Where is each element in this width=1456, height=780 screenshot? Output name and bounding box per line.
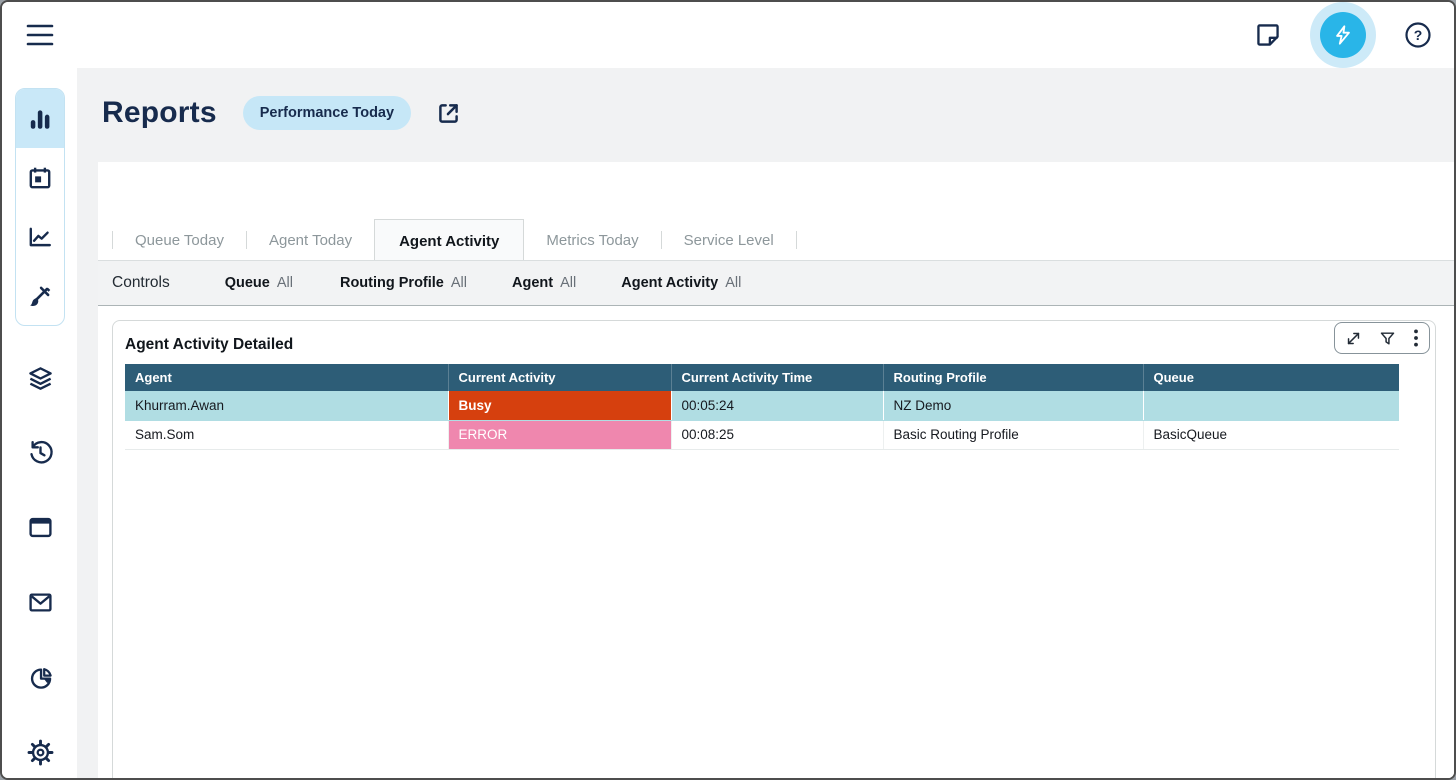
pie-chart-icon — [27, 664, 54, 691]
table-row[interactable]: Khurram.Awan Busy 00:05:24 NZ Demo — [125, 391, 1399, 420]
sidebar-item-history[interactable] — [26, 438, 54, 466]
svg-text:?: ? — [1414, 27, 1423, 43]
tab-agent-today[interactable]: Agent Today — [247, 219, 374, 261]
cell-routing-profile: NZ Demo — [883, 391, 1143, 420]
agent-activity-table: Agent Current Activity Current Activity … — [125, 364, 1399, 450]
layers-icon — [27, 365, 54, 392]
card-toolbar — [1334, 322, 1430, 354]
filter-name: Agent Activity — [621, 275, 718, 291]
filter-value: All — [451, 275, 467, 291]
filter-value: All — [560, 275, 576, 291]
filter-name: Queue — [225, 275, 270, 291]
cell-routing-profile: Basic Routing Profile — [883, 420, 1143, 449]
col-routing-profile[interactable]: Routing Profile — [883, 364, 1143, 391]
lightning-button-halo — [1310, 2, 1376, 68]
topbar-actions: ? — [1254, 2, 1454, 68]
controls-label: Controls — [112, 274, 170, 292]
card-title: Agent Activity Detailed — [113, 321, 1435, 354]
hamburger-menu-icon[interactable] — [25, 22, 55, 48]
filter-queue[interactable]: Queue All — [225, 275, 293, 291]
app-window: ? — [0, 0, 1456, 780]
top-bar: ? — [2, 2, 1454, 68]
mail-icon — [27, 589, 54, 616]
lightning-button[interactable] — [1320, 12, 1366, 58]
content-area: Reports Performance Today Queue Today Ag… — [77, 68, 1454, 778]
page-title: Reports — [102, 96, 217, 130]
filter-value: All — [725, 275, 741, 291]
sidebar-item-layers[interactable] — [26, 364, 54, 392]
col-agent[interactable]: Agent — [125, 364, 448, 391]
filter-name: Agent — [512, 275, 553, 291]
help-icon[interactable]: ? — [1404, 21, 1432, 49]
filter-name: Routing Profile — [340, 275, 444, 291]
external-link-icon[interactable] — [435, 100, 462, 127]
filter-value: All — [277, 275, 293, 291]
settings-gear-icon — [27, 739, 54, 766]
sidebar-item-settings[interactable] — [26, 738, 54, 766]
sidebar-item-window[interactable] — [26, 513, 54, 541]
note-icon[interactable] — [1254, 21, 1282, 49]
cell-current-activity-busy: Busy — [448, 391, 671, 420]
cell-queue: BasicQueue — [1143, 420, 1399, 449]
sidebar-nav-group — [15, 88, 65, 326]
cell-agent: Khurram.Awan — [125, 391, 448, 420]
sidebar — [2, 68, 77, 778]
kebab-menu-icon[interactable] — [1413, 329, 1419, 347]
col-current-activity[interactable]: Current Activity — [448, 364, 671, 391]
cell-activity-time: 00:08:25 — [671, 420, 883, 449]
tab-separator — [796, 231, 797, 249]
tab-queue-today[interactable]: Queue Today — [113, 219, 246, 261]
sidebar-item-bar-chart[interactable] — [16, 89, 64, 148]
filter-funnel-icon[interactable] — [1379, 330, 1396, 347]
history-icon — [27, 439, 54, 466]
table-header-row: Agent Current Activity Current Activity … — [125, 364, 1399, 391]
col-queue[interactable]: Queue — [1143, 364, 1399, 391]
sidebar-item-pie-chart[interactable] — [26, 663, 54, 691]
filter-agent[interactable]: Agent All — [512, 275, 576, 291]
filter-routing-profile[interactable]: Routing Profile All — [340, 275, 467, 291]
tab-metrics-today[interactable]: Metrics Today — [524, 219, 660, 261]
sidebar-item-line-chart[interactable] — [16, 207, 64, 266]
cell-current-activity-error: ERROR — [448, 420, 671, 449]
table-row[interactable]: Sam.Som ERROR 00:08:25 Basic Routing Pro… — [125, 420, 1399, 449]
expand-icon[interactable] — [1345, 330, 1362, 347]
design-brush-icon — [27, 283, 53, 309]
calendar-icon — [27, 165, 53, 191]
controls-bar: Controls Queue All Routing Profile All A… — [98, 260, 1454, 306]
filter-agent-activity[interactable]: Agent Activity All — [621, 275, 741, 291]
page-header: Reports Performance Today — [77, 68, 1454, 130]
performance-today-badge[interactable]: Performance Today — [243, 96, 411, 130]
sidebar-item-mail[interactable] — [26, 588, 54, 616]
sidebar-item-design[interactable] — [16, 266, 64, 325]
agent-activity-card: Agent Activity Detailed — [112, 320, 1436, 780]
report-panel: Queue Today Agent Today Agent Activity M… — [98, 162, 1454, 778]
bar-chart-icon — [27, 106, 53, 132]
tab-service-level[interactable]: Service Level — [662, 219, 796, 261]
report-tabs: Queue Today Agent Today Agent Activity M… — [112, 219, 797, 261]
sidebar-item-calendar[interactable] — [16, 148, 64, 207]
window-icon — [27, 514, 54, 541]
tab-agent-activity[interactable]: Agent Activity — [374, 219, 524, 262]
cell-activity-time: 00:05:24 — [671, 391, 883, 420]
cell-queue — [1143, 391, 1399, 420]
cell-agent: Sam.Som — [125, 420, 448, 449]
col-current-activity-time[interactable]: Current Activity Time — [671, 364, 883, 391]
line-chart-icon — [27, 224, 53, 250]
